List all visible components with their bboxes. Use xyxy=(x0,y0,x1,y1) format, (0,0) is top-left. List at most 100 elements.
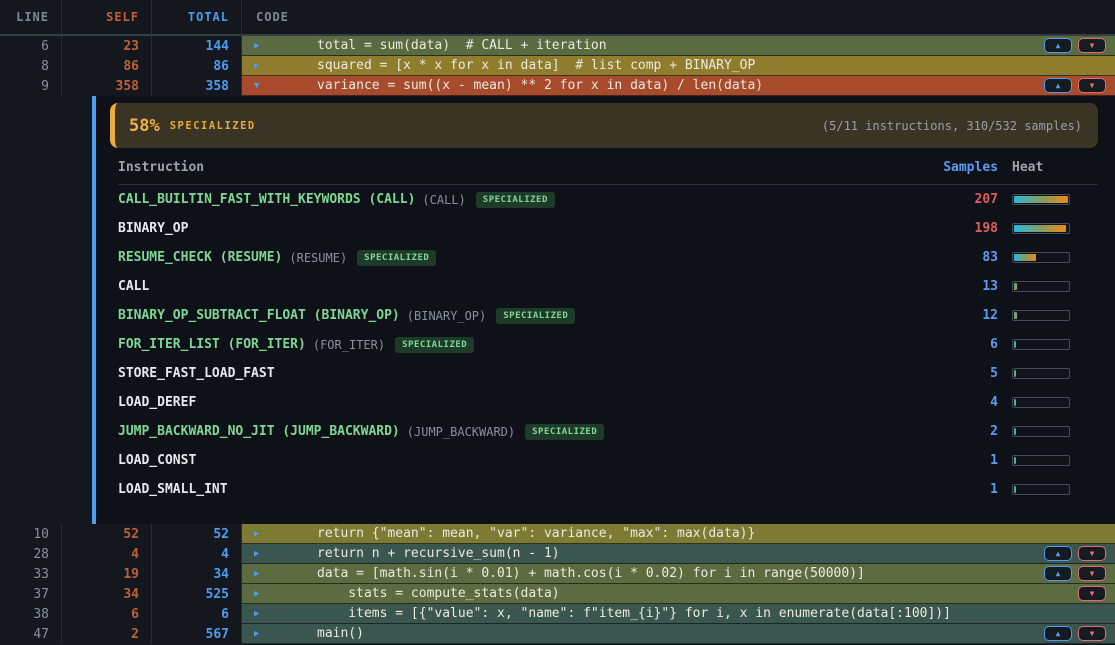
samples-value: 1 xyxy=(888,482,998,497)
self-samples: 6 xyxy=(62,604,152,624)
nav-up-button[interactable]: ▲ xyxy=(1044,546,1072,561)
down-triangle-icon: ▼ xyxy=(1090,42,1095,50)
instruction-base-name: (RESUME) xyxy=(289,251,347,265)
disclosure-triangle-icon[interactable]: ▶ xyxy=(254,41,268,51)
instruction-row: JUMP_BACKWARD_NO_JIT (JUMP_BACKWARD) (JU… xyxy=(118,417,1098,446)
instruction-column-header: Instruction xyxy=(118,160,888,175)
code-row[interactable]: 38 6 6 ▶ items = [{"value": x, "name": f… xyxy=(0,604,1115,624)
code-row[interactable]: 10 52 52 ▶ return {"mean": mean, "var": … xyxy=(0,524,1115,544)
instruction-base-name: (FOR_ITER) xyxy=(313,338,385,352)
line-number: 8 xyxy=(0,56,62,76)
disclosure-triangle-icon[interactable]: ▶ xyxy=(254,629,268,639)
disclosure-triangle-icon[interactable]: ▶ xyxy=(254,609,268,619)
disclosure-triangle-icon[interactable]: ▼ xyxy=(254,81,268,91)
heat-bar xyxy=(1012,223,1070,234)
nav-up-button[interactable]: ▲ xyxy=(1044,626,1072,641)
specialized-badge: SPECIALIZED xyxy=(525,424,604,440)
instruction-name: CALL_BUILTIN_FAST_WITH_KEYWORDS (CALL) xyxy=(118,192,415,207)
instruction-table-header: Instruction Samples Heat xyxy=(118,160,1098,185)
code-text: stats = compute_stats(data) xyxy=(317,586,560,601)
code-cell[interactable]: ▼ variance = sum((x - mean) ** 2 for x i… xyxy=(242,76,1115,96)
self-samples: 86 xyxy=(62,56,152,76)
nav-up-button[interactable]: ▲ xyxy=(1044,38,1072,53)
instruction-name: JUMP_BACKWARD_NO_JIT (JUMP_BACKWARD) xyxy=(118,424,400,439)
disclosure-triangle-icon[interactable]: ▶ xyxy=(254,569,268,579)
disclosure-triangle-icon[interactable]: ▶ xyxy=(254,529,268,539)
nav-down-button[interactable]: ▼ xyxy=(1078,78,1106,93)
heat-bar-fill xyxy=(1014,341,1016,348)
instruction-row: CALL 13 xyxy=(118,272,1098,301)
code-cell[interactable]: ▶ main() ▲ ▼ xyxy=(242,624,1115,644)
specialized-badge: SPECIALIZED xyxy=(496,308,575,324)
up-triangle-icon: ▲ xyxy=(1056,550,1061,558)
down-triangle-icon: ▼ xyxy=(1090,82,1095,90)
heat-bar xyxy=(1012,426,1070,437)
profiler-app: LINE SELF TOTAL CODE 6 23 144 ▶ total = … xyxy=(0,0,1115,645)
code-cell[interactable]: ▶ stats = compute_stats(data) ▲ ▼ xyxy=(242,584,1115,604)
code-row[interactable]: 37 34 525 ▶ stats = compute_stats(data) … xyxy=(0,584,1115,604)
instruction-row: CALL_BUILTIN_FAST_WITH_KEYWORDS (CALL) (… xyxy=(118,185,1098,214)
up-triangle-icon: ▲ xyxy=(1056,42,1061,50)
row-nav-buttons: ▲ ▼ xyxy=(1044,624,1106,643)
nav-up-button[interactable]: ▲ xyxy=(1044,566,1072,581)
up-triangle-icon: ▲ xyxy=(1056,630,1061,638)
code-row[interactable]: 8 86 86 ▶ squared = [x * x for x in data… xyxy=(0,56,1115,76)
nav-down-button[interactable]: ▼ xyxy=(1078,586,1106,601)
column-header-total: TOTAL xyxy=(152,0,242,36)
nav-up-button[interactable]: ▲ xyxy=(1044,78,1072,93)
heat-bar-fill xyxy=(1014,225,1066,232)
code-row[interactable]: 47 2 567 ▶ main() ▲ ▼ xyxy=(0,624,1115,644)
code-row[interactable]: 28 4 4 ▶ return n + recursive_sum(n - 1)… xyxy=(0,544,1115,564)
nav-down-button[interactable]: ▼ xyxy=(1078,38,1106,53)
column-header-line: LINE xyxy=(0,0,62,36)
heat-bar xyxy=(1012,252,1070,263)
nav-down-button[interactable]: ▼ xyxy=(1078,546,1106,561)
disclosure-triangle-icon[interactable]: ▶ xyxy=(254,589,268,599)
samples-value: 1 xyxy=(888,453,998,468)
self-samples: 2 xyxy=(62,624,152,644)
instruction-row: FOR_ITER_LIST (FOR_ITER) (FOR_ITER) SPEC… xyxy=(118,330,1098,359)
line-number: 37 xyxy=(0,584,62,604)
code-text: return {"mean": mean, "var": variance, "… xyxy=(317,526,755,541)
code-cell[interactable]: ▶ total = sum(data) # CALL + iteration ▲… xyxy=(242,36,1115,56)
line-number: 33 xyxy=(0,564,62,584)
total-samples: 525 xyxy=(152,584,242,604)
code-cell[interactable]: ▶ squared = [x * x for x in data] # list… xyxy=(242,56,1115,76)
instruction-row: RESUME_CHECK (RESUME) (RESUME) SPECIALIZ… xyxy=(118,243,1098,272)
samples-value: 13 xyxy=(888,279,998,294)
samples-value: 198 xyxy=(888,221,998,236)
column-header-code: CODE xyxy=(242,0,1115,36)
code-cell[interactable]: ▶ return {"mean": mean, "var": variance,… xyxy=(242,524,1115,544)
heat-bar-fill xyxy=(1014,399,1016,406)
instruction-row: LOAD_SMALL_INT 1 xyxy=(118,475,1098,504)
instruction-row: BINARY_OP 198 xyxy=(118,214,1098,243)
nav-down-button[interactable]: ▼ xyxy=(1078,626,1106,641)
code-cell[interactable]: ▶ return n + recursive_sum(n - 1) ▲ ▼ xyxy=(242,544,1115,564)
code-text: variance = sum((x - mean) ** 2 for x in … xyxy=(317,78,763,93)
total-samples: 86 xyxy=(152,56,242,76)
panel-content: 58% SPECIALIZED (5/11 instructions, 310/… xyxy=(96,96,1115,524)
instruction-base-name: (BINARY_OP) xyxy=(407,309,486,323)
samples-value: 5 xyxy=(888,366,998,381)
samples-value: 6 xyxy=(888,337,998,352)
specialized-badge: SPECIALIZED xyxy=(395,337,474,353)
disclosure-triangle-icon[interactable]: ▶ xyxy=(254,549,268,559)
line-number: 6 xyxy=(0,36,62,56)
instruction-row: STORE_FAST_LOAD_FAST 5 xyxy=(118,359,1098,388)
code-cell[interactable]: ▶ data = [math.sin(i * 0.01) + math.cos(… xyxy=(242,564,1115,584)
self-samples: 23 xyxy=(62,36,152,56)
heat-bar-fill xyxy=(1014,486,1016,493)
disclosure-triangle-icon[interactable]: ▶ xyxy=(254,61,268,71)
heat-bar-fill xyxy=(1014,312,1017,319)
code-row[interactable]: 6 23 144 ▶ total = sum(data) # CALL + it… xyxy=(0,36,1115,56)
code-row[interactable]: 33 19 34 ▶ data = [math.sin(i * 0.01) + … xyxy=(0,564,1115,584)
instruction-row: LOAD_DEREF 4 xyxy=(118,388,1098,417)
nav-down-button[interactable]: ▼ xyxy=(1078,566,1106,581)
total-samples: 567 xyxy=(152,624,242,644)
column-header-self: SELF xyxy=(62,0,152,36)
code-row[interactable]: 9 358 358 ▼ variance = sum((x - mean) **… xyxy=(0,76,1115,96)
code-cell[interactable]: ▶ items = [{"value": x, "name": f"item_{… xyxy=(242,604,1115,624)
down-triangle-icon: ▼ xyxy=(1090,630,1095,638)
samples-value: 12 xyxy=(888,308,998,323)
heat-bar-fill xyxy=(1014,196,1068,203)
